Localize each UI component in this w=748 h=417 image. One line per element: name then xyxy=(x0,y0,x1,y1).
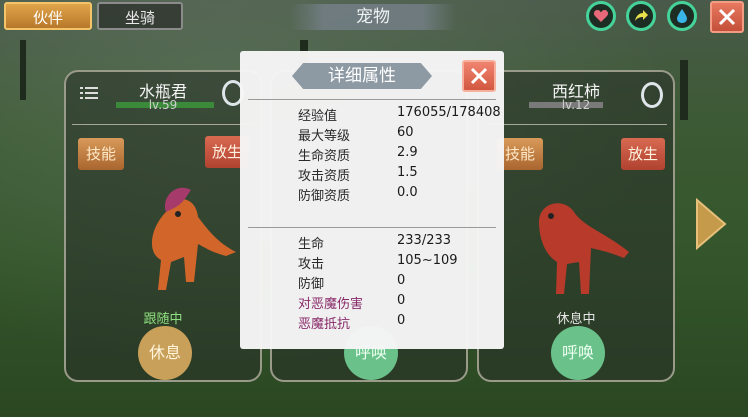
attr-row: 恶魔抵抗 0 xyxy=(240,313,504,333)
attr-label: 攻击资质 xyxy=(298,169,351,184)
attr-label: 最大等级 xyxy=(298,129,351,144)
divider xyxy=(72,124,254,125)
skill-button[interactable]: 技能 xyxy=(78,138,124,170)
heart-icon xyxy=(593,10,609,22)
attr-row: 防御资质 0.0 xyxy=(240,185,504,205)
attr-label: 经验值 xyxy=(298,109,338,124)
pet-trex-image xyxy=(539,203,629,294)
attr-value: 176055/178408 xyxy=(397,105,501,120)
tab-mount[interactable]: 坐骑 xyxy=(97,2,183,30)
attr-label: 攻击 xyxy=(298,257,325,272)
divider xyxy=(248,99,496,100)
attr-value: 1.5 xyxy=(397,165,418,180)
attr-label: 生命 xyxy=(298,237,325,252)
attr-value: 0.0 xyxy=(397,185,418,200)
release-button[interactable]: 放生 xyxy=(621,138,665,170)
water-drop-icon xyxy=(677,9,687,23)
pet-card-1: 水瓶君 lv.59 技能 跟随中 休息 xyxy=(64,70,262,382)
divider xyxy=(248,227,496,228)
attr-value: 0 xyxy=(397,293,406,308)
attr-row: 生命资质 2.9 xyxy=(240,145,504,165)
tab-partner[interactable]: 伙伴 xyxy=(4,2,92,30)
attr-value: 2.9 xyxy=(397,145,418,160)
modal-close-button[interactable] xyxy=(462,60,496,92)
close-icon xyxy=(718,8,736,26)
heart-button[interactable] xyxy=(586,1,616,31)
attr-value: 0 xyxy=(397,273,406,288)
close-icon xyxy=(470,67,488,85)
pet-dragon-image xyxy=(151,187,236,290)
attribute-modal: 详细属性 经验值 176055/178408 最大等级 60 生命资质 2.9 … xyxy=(240,51,504,349)
pet-status: 跟随中 xyxy=(143,312,183,327)
divider xyxy=(485,124,667,125)
attr-row: 生命 233/233 xyxy=(240,233,504,253)
modal-header: 详细属性 xyxy=(240,51,504,99)
top-bar: 伙伴 坐骑 宠物 xyxy=(0,0,748,36)
modal-title: 详细属性 xyxy=(328,66,396,86)
attr-row: 经验值 176055/178408 xyxy=(240,105,504,125)
attr-label: 防御资质 xyxy=(298,189,351,204)
attr-label: 恶魔抵抗 xyxy=(298,317,351,332)
attr-row: 对恶魔伤害 0 xyxy=(240,293,504,313)
attr-row: 攻击资质 1.5 xyxy=(240,165,504,185)
page-title: 宠物 xyxy=(356,7,390,27)
attr-row: 防御 0 xyxy=(240,273,504,293)
summon-button[interactable]: 呼唤 xyxy=(551,326,605,380)
water-button[interactable] xyxy=(667,1,697,31)
attr-label: 对恶魔伤害 xyxy=(298,297,364,312)
pet-status: 休息中 xyxy=(556,312,596,327)
rest-button[interactable]: 休息 xyxy=(138,326,192,380)
close-button[interactable] xyxy=(710,1,744,33)
pet-card-3: 西红柿 lv.12 技能 放生 休息中 呼唤 xyxy=(477,70,675,382)
refresh-icon[interactable] xyxy=(641,82,663,108)
next-arrow-icon[interactable] xyxy=(693,198,727,250)
attr-label: 防御 xyxy=(298,277,325,292)
share-arrow-icon xyxy=(635,10,648,21)
attr-value: 233/233 xyxy=(397,233,452,248)
attr-value: 0 xyxy=(397,313,406,328)
attr-label: 生命资质 xyxy=(298,149,351,164)
attr-row: 最大等级 60 xyxy=(240,125,504,145)
attr-row: 攻击 105~109 xyxy=(240,253,504,273)
attr-value: 105~109 xyxy=(397,253,458,268)
attr-value: 60 xyxy=(397,125,414,140)
share-button[interactable] xyxy=(626,1,656,31)
